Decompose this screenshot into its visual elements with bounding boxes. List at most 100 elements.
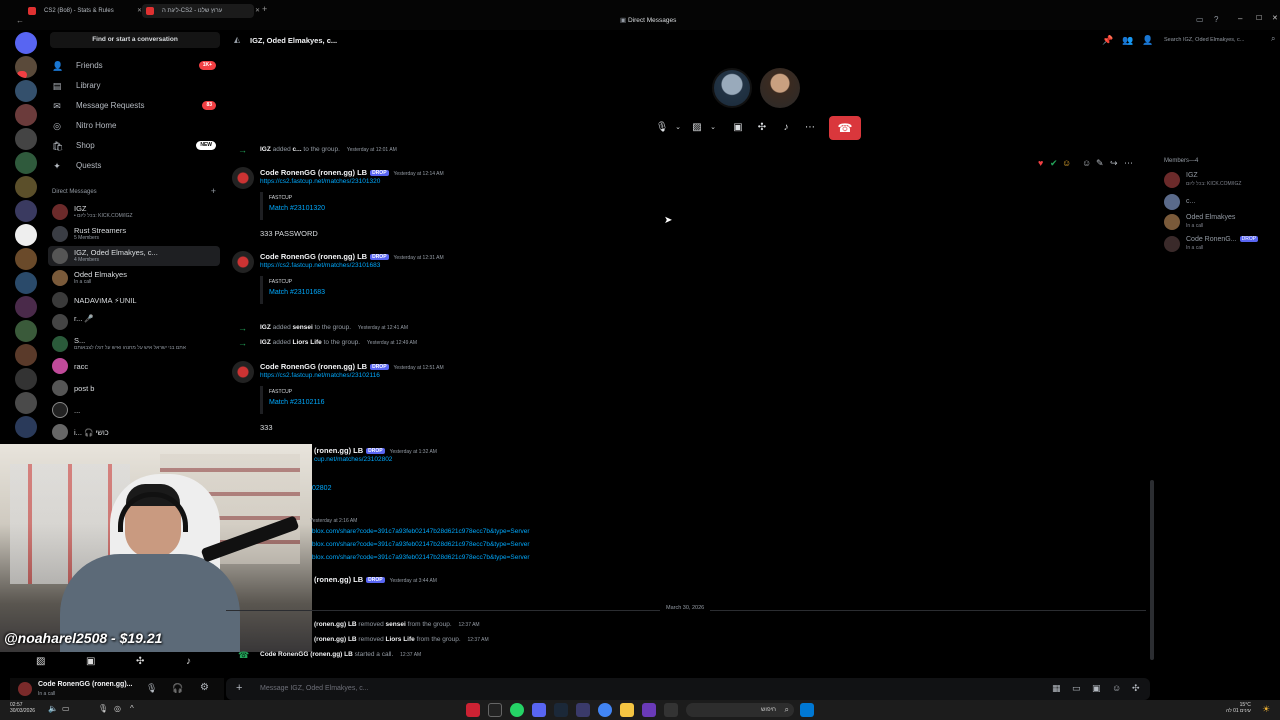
battery-icon[interactable]: ▭ — [62, 704, 70, 713]
steam-icon[interactable] — [554, 703, 568, 717]
server-icon[interactable] — [15, 56, 37, 78]
server-icon[interactable] — [15, 296, 37, 318]
server-icon[interactable] — [15, 152, 37, 174]
back-icon[interactable]: ← — [16, 16, 24, 25]
find-conversation-input[interactable]: Find or start a conversation — [50, 32, 220, 48]
message-link[interactable]: blox.com/share?code=391c7a93feb02147b28d… — [312, 528, 530, 535]
gift-icon[interactable]: ▦ — [1052, 683, 1061, 694]
dm-item[interactable]: racc — [48, 356, 220, 376]
emoji-reaction-icon[interactable]: ☺ — [1062, 158, 1071, 168]
embed-title-link[interactable]: Match #23102116 — [269, 399, 340, 406]
gif-icon[interactable]: ▭ — [1072, 683, 1081, 694]
nav-shop[interactable]: 🛍 Shop NEW — [50, 137, 220, 155]
browser-tab-2[interactable]: ליגת ה-CS2 - ערוץ שלנו ✕ — [142, 4, 260, 18]
taskbar-app-icon[interactable] — [576, 703, 590, 717]
message-link[interactable]: https://cs2.fastcup.net/matches/23102116 — [260, 372, 380, 379]
dm-item[interactable]: S... אתם בני ישראל איש על מחנהו ואיש על … — [48, 334, 220, 354]
dm-item[interactable]: ... — [48, 400, 220, 420]
embed-title-link[interactable]: Match #23101683 — [269, 289, 340, 296]
dm-item[interactable]: Oded Elmakyes In a call — [48, 268, 220, 288]
taskbar-app-icon[interactable] — [664, 703, 678, 717]
inbox-icon[interactable]: ▭ — [1196, 15, 1204, 24]
member-item[interactable]: Oded Elmakyes In a call — [1162, 212, 1278, 232]
participant-avatar[interactable] — [760, 68, 800, 108]
server-icon[interactable] — [15, 248, 37, 270]
taskbar-app-icon[interactable] — [466, 703, 480, 717]
weather-icon[interactable]: ☀ — [1262, 704, 1270, 715]
whatsapp-icon[interactable] — [510, 703, 524, 717]
taskbar-app-icon[interactable] — [642, 703, 656, 717]
scrollbar[interactable] — [1150, 480, 1154, 660]
taskbar-search[interactable]: חיפוש ⌕ — [686, 703, 794, 717]
avatar[interactable] — [232, 251, 254, 273]
add-reaction-icon[interactable]: ☺ — [1082, 158, 1091, 168]
dm-item[interactable]: i... 🎧 כושי — [48, 422, 220, 442]
dm-item[interactable]: r... 🎤 — [48, 312, 220, 332]
taskbar-app-icon[interactable] — [488, 703, 502, 717]
dm-item[interactable]: Rust Streamers 5 Members — [48, 224, 220, 244]
dm-item[interactable]: NADAVוMA ⚡UNIL — [48, 290, 220, 310]
server-icon[interactable] — [15, 224, 37, 246]
more-options-icon[interactable]: ⋯ — [801, 119, 819, 137]
member-item[interactable]: Code RonenG... DROP In a call — [1162, 234, 1278, 254]
message-link[interactable]: https://cs2.fastcup.net/matches/23101683 — [260, 262, 380, 269]
close-window-button[interactable]: ✕ — [1272, 14, 1278, 22]
nav-friends[interactable]: 👤 Friends 1K+ — [50, 57, 220, 75]
settings-gear-icon[interactable]: ⚙ — [200, 682, 209, 693]
file-explorer-icon[interactable] — [620, 703, 634, 717]
dm-item-selected[interactable]: IGZ, Oded Elmakyes, c... 4 Members — [48, 246, 220, 266]
soundboard-icon[interactable]: ♪ — [186, 656, 191, 667]
discord-taskbar-icon[interactable] — [532, 703, 546, 717]
server-icon[interactable] — [15, 344, 37, 366]
message-link[interactable]: cup.net/matches/23102802 — [314, 456, 392, 463]
create-dm-button[interactable]: + — [211, 186, 216, 196]
pin-icon[interactable]: 📌 — [1102, 35, 1113, 46]
mic-tray-icon[interactable]: 🎙 — [98, 704, 108, 713]
message-link[interactable]: https://cs2.fastcup.net/matches/23101320 — [260, 178, 380, 185]
new-tab-button[interactable]: + — [262, 4, 267, 14]
participant-avatar[interactable] — [712, 68, 752, 108]
members-icon[interactable]: 👤 — [1142, 35, 1153, 46]
embed-title-link[interactable]: Match #23101320 — [269, 205, 340, 212]
avatar[interactable] — [232, 361, 254, 383]
maximize-button[interactable]: ☐ — [1256, 14, 1262, 22]
server-icon[interactable] — [15, 200, 37, 222]
embed-title-link[interactable]: 02802 — [312, 485, 331, 492]
screen-share-icon[interactable]: ▣ — [729, 119, 747, 137]
volume-icon[interactable]: 🔈 — [48, 704, 58, 713]
message-link[interactable]: blox.com/share?code=391c7a93feb02147b28d… — [312, 554, 530, 561]
help-icon[interactable]: ? — [1214, 15, 1218, 24]
server-icon[interactable] — [15, 392, 37, 414]
heart-reaction-icon[interactable]: ♥ — [1038, 158, 1043, 168]
message-input[interactable]: Message IGZ, Oded Elmakyes, c... — [260, 685, 369, 692]
server-icon[interactable] — [15, 416, 37, 438]
soundboard-icon[interactable]: ♪ — [777, 119, 795, 137]
check-reaction-icon[interactable]: ✔ — [1050, 158, 1058, 169]
browser-tab-1[interactable]: CS2 (Bo8) - Stats & Rules ✕ — [24, 4, 142, 18]
member-item[interactable]: IGZ בכל ליום: KICK.COM/IGZ — [1162, 170, 1278, 190]
headphones-icon[interactable]: 🎧 — [172, 683, 183, 694]
server-icon[interactable] — [15, 320, 37, 342]
close-tab-icon[interactable]: ✕ — [255, 4, 260, 18]
activities-icon[interactable]: ✣ — [753, 119, 771, 137]
chevron-down-icon[interactable]: ⌄ — [669, 119, 687, 137]
screen-share-icon[interactable]: ▣ — [86, 656, 95, 667]
nav-library[interactable]: ▤ Library — [50, 77, 220, 95]
discord-home-icon[interactable] — [15, 32, 37, 54]
message-link[interactable]: blox.com/share?code=391c7a93feb02147b28d… — [312, 541, 530, 548]
edit-icon[interactable]: ✎ — [1096, 158, 1104, 169]
more-options-icon[interactable]: ⋯ — [1124, 158, 1133, 169]
nav-nitro-home[interactable]: ◎ Nitro Home — [50, 117, 220, 135]
tray-chevron-icon[interactable]: ^ — [130, 704, 134, 713]
windows-start-icon[interactable] — [800, 703, 814, 717]
microphone-icon[interactable]: 🎙 — [146, 683, 157, 694]
avatar[interactable] — [232, 167, 254, 189]
dm-item[interactable]: post b — [48, 378, 220, 398]
server-icon[interactable] — [15, 368, 37, 390]
activities-icon[interactable]: ✣ — [136, 656, 144, 667]
server-icon[interactable] — [15, 80, 37, 102]
search-input[interactable]: Search IGZ, Oded Elmakyes, c... — [1160, 33, 1276, 47]
network-icon[interactable]: ◎ — [114, 704, 121, 713]
server-icon[interactable] — [15, 272, 37, 294]
chevron-down-icon[interactable]: ⌄ — [704, 119, 722, 137]
